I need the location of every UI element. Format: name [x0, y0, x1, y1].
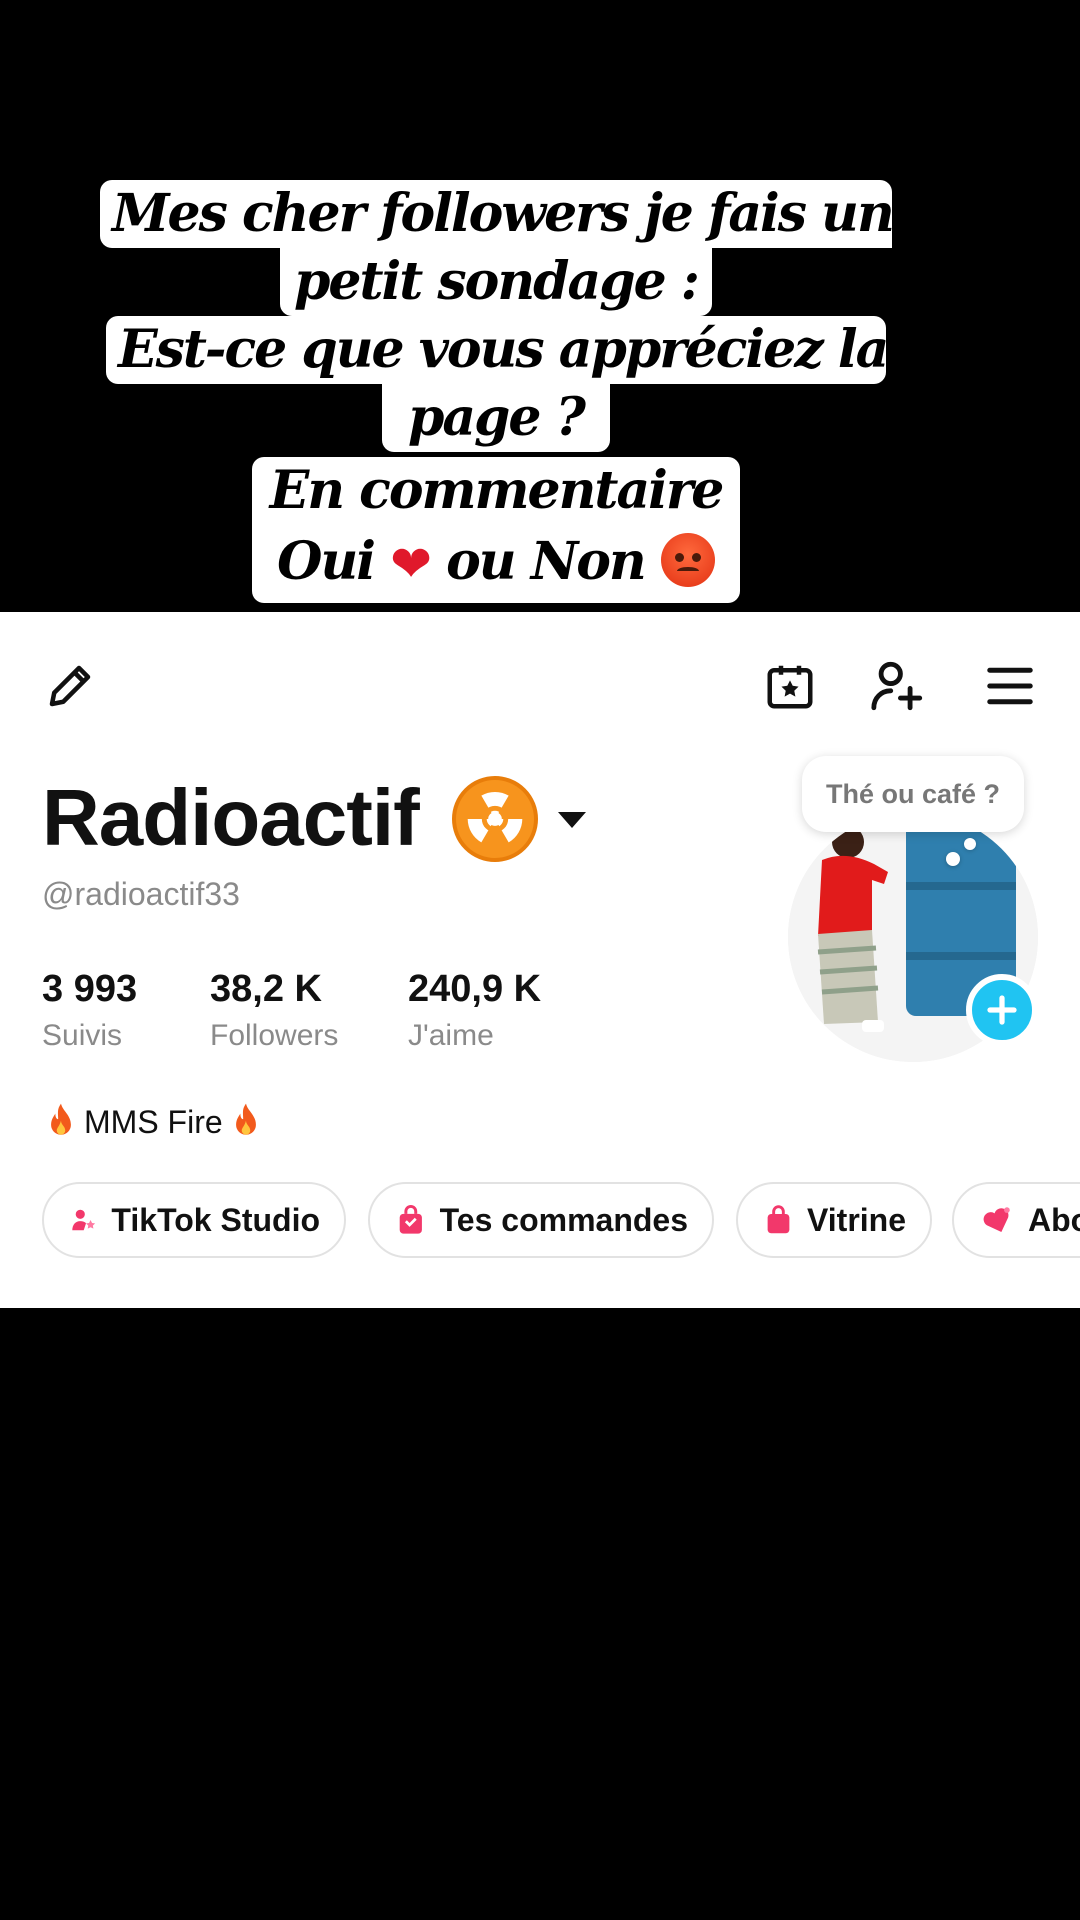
stat-label: J'aime	[408, 1019, 494, 1052]
plus-icon	[987, 995, 1017, 1025]
edit-icon[interactable]	[40, 656, 100, 716]
stat-likes[interactable]: 240,9 K J'aime	[408, 968, 541, 1053]
stat-label: Followers	[210, 1019, 339, 1052]
account-switch-dropdown-icon[interactable]	[558, 812, 586, 828]
profile-handle: @radioactif33	[42, 876, 240, 912]
pill-label: Vitrine	[807, 1201, 906, 1238]
caption-oui: Oui	[277, 531, 376, 592]
note-bubble-tail	[946, 852, 960, 866]
profile-note[interactable]: Thé ou café ?	[802, 756, 1024, 832]
add-story-button[interactable]	[966, 974, 1038, 1046]
note-bubble-tail	[964, 838, 976, 850]
caption-ou-non: ou Non	[446, 531, 647, 592]
tiktok-studio-button[interactable]: TikTok Studio	[42, 1182, 346, 1258]
caption-overlay: Mes cher followers je fais un petit sond…	[0, 0, 1080, 612]
profile-name: Radioactif	[42, 773, 420, 862]
fire-icon	[235, 1103, 256, 1135]
caption-line: Est-ce que vous appréciez la	[106, 316, 889, 384]
caption-line: En commentaire	[252, 457, 740, 525]
pill-label: Tes commandes	[439, 1201, 688, 1238]
showcase-button[interactable]: Vitrine	[736, 1182, 932, 1258]
pill-label: Abo	[1028, 1201, 1080, 1238]
orders-button[interactable]: Tes commandes	[368, 1182, 714, 1258]
radioactive-icon	[452, 776, 538, 862]
menu-icon[interactable]	[980, 656, 1040, 716]
caption-line: petit sondage :	[280, 248, 712, 316]
angry-face-icon	[660, 533, 715, 587]
fire-icon	[51, 1103, 71, 1135]
subscription-icon	[983, 1207, 1010, 1232]
caption-line: Mes cher followers je fais un	[100, 180, 895, 248]
bag-icon	[399, 1205, 422, 1234]
calendar-star-icon[interactable]	[760, 656, 820, 716]
caption-line: page ?	[382, 384, 610, 452]
bio-text: MMS Fire	[84, 1103, 223, 1140]
heart-icon: ❤	[390, 535, 432, 593]
profile-bio: MMS Fire	[44, 1102, 263, 1142]
stat-label: Suivis	[42, 1019, 123, 1052]
studio-icon	[72, 1209, 96, 1231]
caption-line: Oui ❤ ou Non	[252, 525, 740, 603]
pill-label: TikTok Studio	[111, 1201, 320, 1238]
shop-bag-icon	[767, 1205, 790, 1234]
subscription-button[interactable]: Abo	[952, 1182, 1080, 1258]
stat-value: 3 993	[42, 968, 138, 1010]
stat-value: 38,2 K	[210, 968, 322, 1010]
stat-following[interactable]: 3 993 Suivis	[42, 968, 137, 1053]
add-user-icon[interactable]	[868, 656, 928, 716]
profile-panel: Radioactif @radioactif33 3 993 Suivis 38…	[0, 612, 1080, 1308]
stat-followers[interactable]: 38,2 K Followers	[210, 968, 338, 1053]
stat-value: 240,9 K	[408, 968, 542, 1010]
